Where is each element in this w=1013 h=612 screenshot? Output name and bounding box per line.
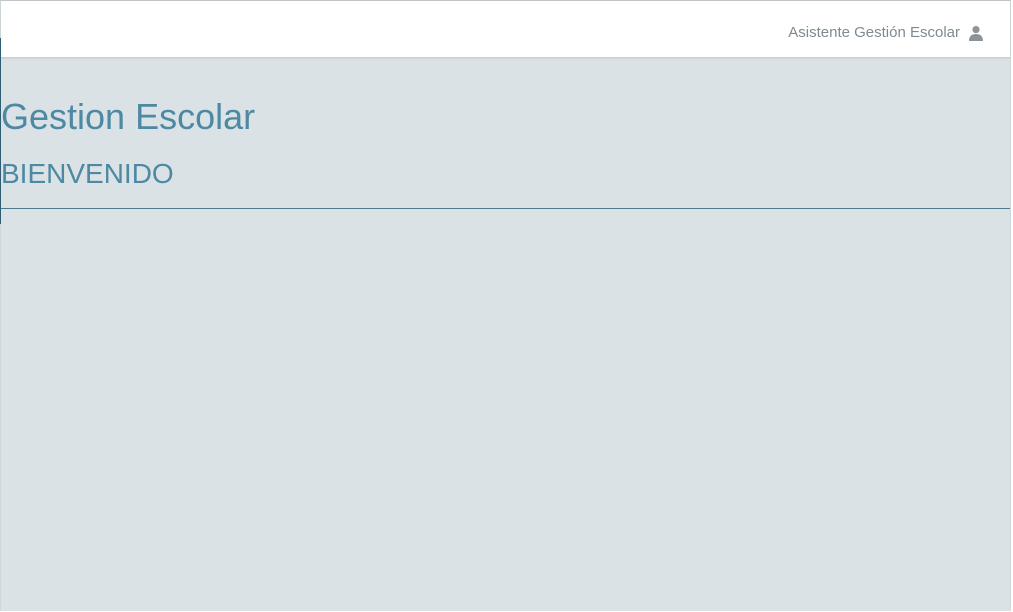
page-title: Gestion Escolar <box>1 96 256 137</box>
user-menu[interactable]: Asistente Gestión Escolar <box>788 23 984 43</box>
top-navbar: Asistente Gestión Escolar <box>1 1 1010 58</box>
welcome-heading: BIENVENIDO <box>1 158 174 189</box>
app-window: Asistente Gestión Escolar Gestion Escola… <box>0 0 1011 611</box>
user-icon <box>968 25 984 41</box>
user-name-label: Asistente Gestión Escolar <box>788 24 960 41</box>
section-divider <box>1 208 1010 209</box>
main-content: Gestion Escolar BIENVENIDO <box>1 58 1010 611</box>
